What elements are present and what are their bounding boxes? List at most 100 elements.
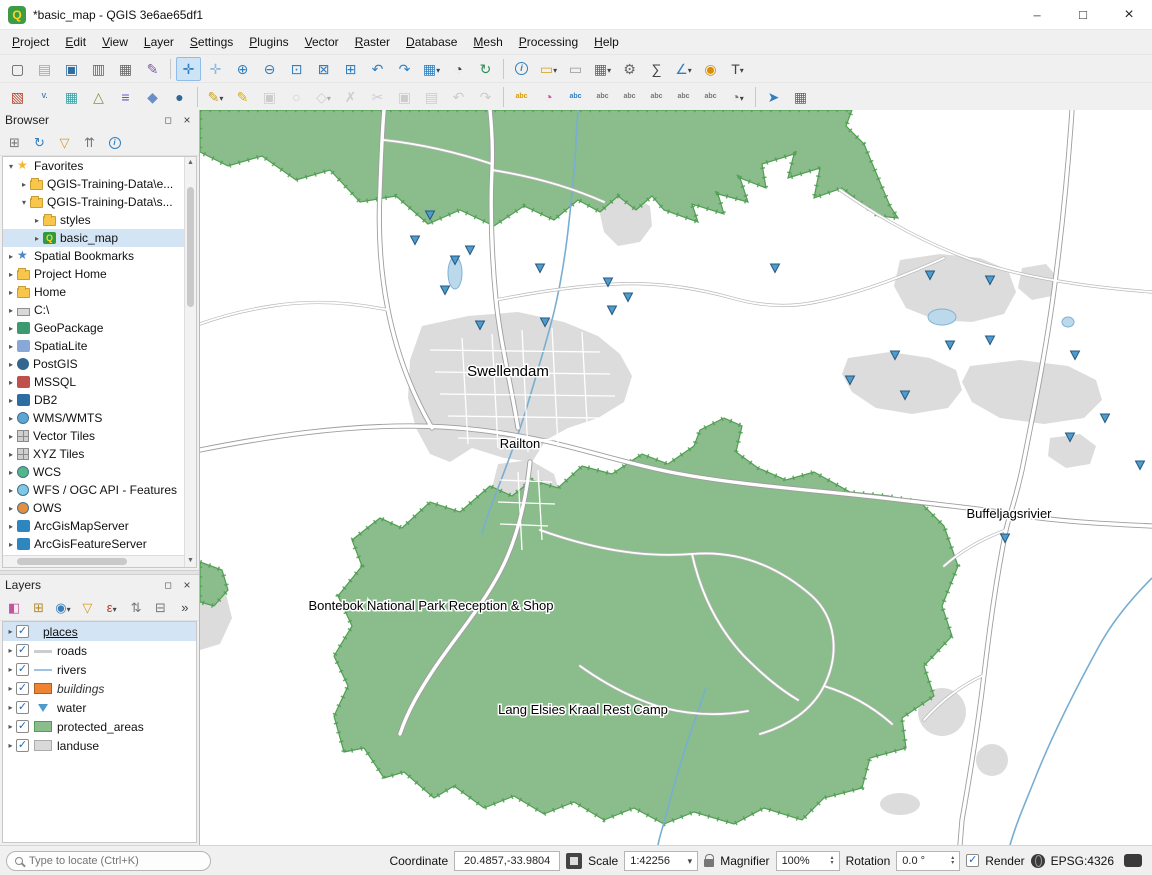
scrollbar-thumb[interactable] (187, 187, 194, 307)
add-raster-layer-button[interactable]: ▦ (59, 85, 84, 109)
layer-visibility-checkbox[interactable] (16, 720, 29, 733)
expander-icon[interactable]: ▸ (5, 288, 17, 297)
highlight-labels-button[interactable]: abc (563, 85, 588, 109)
expander-icon[interactable]: ▸ (5, 684, 16, 693)
temporal-controller-button[interactable]: ◔ (446, 57, 471, 81)
lock-scale-icon[interactable] (704, 859, 714, 867)
statistical-summary-button[interactable]: ∑ (644, 57, 669, 81)
expander-icon[interactable]: ▸ (5, 741, 16, 750)
layers-close-button[interactable] (180, 578, 194, 592)
diagram-options-button[interactable]: ◔ (725, 85, 750, 109)
add-group-button[interactable]: ⊞ (27, 597, 49, 619)
layers-float-button[interactable] (161, 578, 175, 592)
rotation-spinbox[interactable]: 0.0 ° (896, 851, 960, 871)
expander-icon[interactable]: ▸ (5, 306, 17, 315)
browser-refresh-button[interactable]: ↻ (28, 132, 51, 154)
browser-item-qgis-training-data-e[interactable]: ▸QGIS-Training-Data\e... (3, 175, 184, 193)
browser-horizontal-scrollbar[interactable] (3, 555, 184, 567)
expander-icon[interactable]: ▸ (5, 540, 17, 549)
browser-item-qgis-training-data-s[interactable]: ▾QGIS-Training-Data\s... (3, 193, 184, 211)
expander-icon[interactable]: ▸ (5, 252, 17, 261)
show-hide-labels-button[interactable]: abc (617, 85, 642, 109)
coordinate-display[interactable]: 20.4857,-33.9804 (454, 851, 560, 871)
browser-item-spatialite[interactable]: ▸SpatiaLite (3, 337, 184, 355)
expander-icon[interactable]: ▸ (5, 360, 17, 369)
expander-icon[interactable]: ▸ (5, 627, 16, 636)
zoom-in-button[interactable]: ⊕ (230, 57, 255, 81)
menu-plugins[interactable]: Plugins (241, 32, 296, 52)
rotate-label-button[interactable]: abc (671, 85, 696, 109)
expander-icon[interactable]: ▸ (5, 486, 17, 495)
panel-overflow-button[interactable]: » (174, 597, 196, 619)
map-tips-button[interactable]: ◉ (698, 57, 723, 81)
layer-visibility-checkbox[interactable] (16, 682, 29, 695)
pan-to-selection-button[interactable]: ✛ (203, 57, 228, 81)
spinner-arrows-icon[interactable] (951, 856, 954, 866)
browser-item-mssql[interactable]: ▸MSSQL (3, 373, 184, 391)
expander-icon[interactable]: ▸ (5, 414, 17, 423)
messages-icon[interactable] (1124, 854, 1142, 867)
browser-item-wms-wmts[interactable]: ▸WMS/WMTS (3, 409, 184, 427)
new-project-button[interactable]: ▢ (5, 57, 30, 81)
current-edits-button[interactable]: ✎ (203, 85, 228, 109)
locate-input[interactable] (29, 855, 202, 867)
browser-item-spatial-bookmarks[interactable]: ▸Spatial Bookmarks (3, 247, 184, 265)
browser-item-c[interactable]: ▸C:\ (3, 301, 184, 319)
layer-item-buildings[interactable]: ▸buildings (3, 679, 196, 698)
menu-raster[interactable]: Raster (347, 32, 398, 52)
add-mesh-layer-button[interactable]: △ (86, 85, 111, 109)
identify-features-button[interactable]: i (509, 57, 534, 81)
zoom-to-layer-button[interactable]: ⊞ (338, 57, 363, 81)
layer-visibility-checkbox[interactable] (16, 739, 29, 752)
menu-project[interactable]: Project (4, 32, 57, 52)
browser-filter-button[interactable]: ▽ (53, 132, 76, 154)
style-manager-button[interactable]: ✎ (140, 57, 165, 81)
layer-item-water[interactable]: ▸water (3, 698, 196, 717)
menu-database[interactable]: Database (398, 32, 465, 52)
browser-float-button[interactable] (161, 113, 175, 127)
remove-layer-button[interactable]: ⊟ (149, 597, 171, 619)
browser-add-layer-button[interactable]: ⊞ (3, 132, 26, 154)
select-features-button[interactable]: ▭ (536, 57, 561, 81)
scroll-up-icon[interactable]: ▲ (185, 157, 196, 169)
open-data-source-manager-button[interactable]: ▧ (5, 85, 30, 109)
browser-item-db2[interactable]: ▸DB2 (3, 391, 184, 409)
new-map-view-button[interactable]: ▦ (419, 57, 444, 81)
menu-view[interactable]: View (94, 32, 136, 52)
menu-help[interactable]: Help (586, 32, 627, 52)
epsg-label[interactable]: EPSG:4326 (1051, 854, 1114, 868)
add-spatialite-layer-button[interactable]: ◆ (140, 85, 165, 109)
text-annotation-button[interactable]: T (725, 57, 750, 81)
browser-collapse-all-button[interactable]: ⇈ (78, 132, 101, 154)
browser-item-geopackage[interactable]: ▸GeoPackage (3, 319, 184, 337)
zoom-full-button[interactable]: ⊡ (284, 57, 309, 81)
layer-diagram-button[interactable]: ◔ (536, 85, 561, 109)
new-print-layout-button[interactable]: ▥ (86, 57, 111, 81)
layer-item-places[interactable]: ▸places (3, 622, 196, 641)
filter-expression-button[interactable]: ε (101, 597, 123, 619)
scroll-down-icon[interactable]: ▼ (185, 555, 196, 567)
spinner-arrows-icon[interactable] (831, 856, 834, 866)
maximize-button[interactable] (1060, 0, 1106, 29)
expander-icon[interactable]: ▸ (31, 234, 43, 243)
browser-properties-button[interactable]: i (103, 132, 126, 154)
browser-item-arcgisfeatureserver[interactable]: ▸ArcGisFeatureServer (3, 535, 184, 553)
zoom-last-button[interactable]: ↶ (365, 57, 390, 81)
minimize-button[interactable] (1014, 0, 1060, 29)
toggle-editing-button[interactable]: ✎ (230, 85, 255, 109)
magnifier-spinbox[interactable]: 100% (776, 851, 840, 871)
open-attribute-table-button[interactable]: ▦ (590, 57, 615, 81)
extents-toggle-icon[interactable] (566, 853, 582, 869)
expander-icon[interactable]: ▸ (5, 396, 17, 405)
browser-item-xyz-tiles[interactable]: ▸XYZ Tiles (3, 445, 184, 463)
add-delimited-text-layer-button[interactable]: ≡ (113, 85, 138, 109)
show-layout-manager-button[interactable]: ▦ (113, 57, 138, 81)
refresh-map-button[interactable]: ↻ (473, 57, 498, 81)
menu-edit[interactable]: Edit (57, 32, 94, 52)
layer-item-landuse[interactable]: ▸landuse (3, 736, 196, 755)
expander-icon[interactable]: ▸ (5, 270, 17, 279)
browser-item-vector-tiles[interactable]: ▸Vector Tiles (3, 427, 184, 445)
crs-globe-icon[interactable] (1031, 854, 1045, 868)
expander-icon[interactable]: ▸ (5, 665, 16, 674)
layer-visibility-checkbox[interactable] (16, 644, 29, 657)
